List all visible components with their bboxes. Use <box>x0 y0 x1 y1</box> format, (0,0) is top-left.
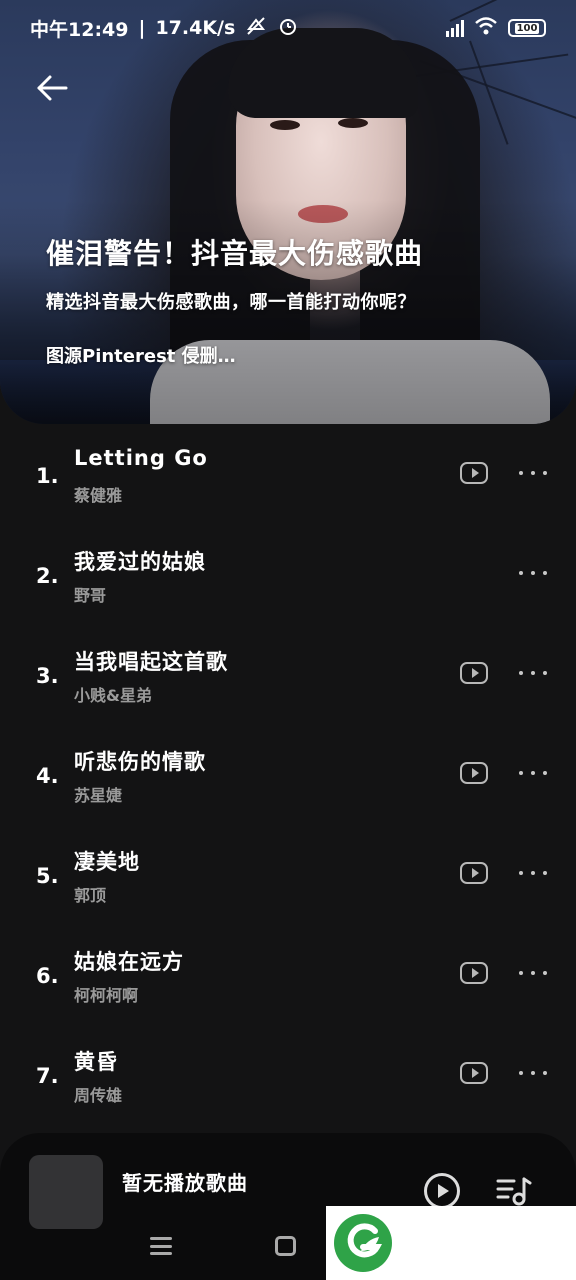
more-options-icon[interactable] <box>519 1066 547 1080</box>
video-play-icon[interactable] <box>460 862 488 884</box>
song-index: 5. <box>36 864 59 888</box>
now-playing-label: 暂无播放歌曲 <box>122 1171 248 1195</box>
song-title: 凄美地 <box>74 850 140 874</box>
alarm-icon <box>277 15 299 42</box>
nav-home-icon[interactable] <box>275 1236 296 1256</box>
song-artist: 周传雄 <box>74 1086 123 1105</box>
more-options-icon[interactable] <box>519 666 547 680</box>
playlist-title: 催泪警告！抖音最大伤感歌曲 <box>46 237 424 270</box>
network-speed: 17.4K/s <box>155 17 236 39</box>
video-play-icon[interactable] <box>460 462 488 484</box>
song-artist: 蔡健雅 <box>74 486 123 505</box>
song-index: 1. <box>36 464 59 488</box>
video-play-icon[interactable] <box>460 962 488 984</box>
song-artist: 野哥 <box>74 586 107 605</box>
more-options-icon[interactable] <box>519 466 547 480</box>
song-row[interactable]: 7. 黄昏 周传雄 <box>0 1030 576 1130</box>
status-bar: 中午12:49 | 17.4K/s 100 <box>0 0 576 56</box>
song-artist: 郭顶 <box>74 886 107 905</box>
song-title: 我爱过的姑娘 <box>74 550 206 574</box>
song-title: 听悲伤的情歌 <box>74 750 206 774</box>
song-index: 7. <box>36 1064 59 1088</box>
song-row[interactable]: 6. 姑娘在远方 柯柯柯啊 <box>0 930 576 1030</box>
song-title: 黄昏 <box>74 1050 118 1074</box>
song-artist: 柯柯柯啊 <box>74 986 139 1005</box>
song-row[interactable]: 3. 当我唱起这首歌 小贱&星弟 <box>0 630 576 730</box>
video-play-icon[interactable] <box>460 1062 488 1084</box>
song-artist: 苏星婕 <box>74 786 123 805</box>
more-options-icon[interactable] <box>519 766 547 780</box>
song-index: 3. <box>36 664 59 688</box>
more-options-icon[interactable] <box>519 866 547 880</box>
playlist-subtitle: 精选抖音最大伤感歌曲，哪一首能打动你呢？ <box>46 292 416 313</box>
clock: 中午12:49 <box>30 18 129 41</box>
song-artist: 小贱&星弟 <box>74 686 152 705</box>
mute-icon <box>245 15 267 42</box>
song-index: 6. <box>36 964 59 988</box>
song-list: 1. Letting Go 蔡健雅 2. 我爱过的姑娘 野哥 3. 当我唱起这首… <box>0 430 576 1130</box>
song-title: 当我唱起这首歌 <box>74 650 228 674</box>
song-row[interactable]: 5. 凄美地 郭顶 <box>0 830 576 930</box>
song-row[interactable]: 1. Letting Go 蔡健雅 <box>0 430 576 530</box>
signal-icon <box>446 19 464 37</box>
playlist-queue-icon[interactable] <box>496 1175 532 1207</box>
wifi-icon <box>474 16 498 41</box>
nav-recents-icon[interactable] <box>150 1237 172 1255</box>
more-options-icon[interactable] <box>519 966 547 980</box>
playlist-screen: 中午12:49 | 17.4K/s 100 催泪警告！抖音最大伤感歌曲 精选抖音… <box>0 0 576 1280</box>
song-index: 4. <box>36 764 59 788</box>
song-index: 2. <box>36 564 59 588</box>
leaf-logo-icon <box>334 1214 392 1272</box>
watermark-logo <box>326 1206 576 1280</box>
album-cover <box>29 1155 103 1229</box>
battery-icon: 100 <box>508 19 546 37</box>
video-play-icon[interactable] <box>460 662 488 684</box>
song-title: 姑娘在远方 <box>74 950 184 974</box>
more-options-icon[interactable] <box>519 566 547 580</box>
back-arrow-icon[interactable] <box>32 68 72 108</box>
playlist-description[interactable]: 图源Pinterest 侵删… <box>46 342 236 368</box>
play-icon[interactable] <box>424 1173 460 1209</box>
song-title: Letting Go <box>74 446 208 470</box>
song-row[interactable]: 2. 我爱过的姑娘 野哥 <box>0 530 576 630</box>
song-row[interactable]: 4. 听悲伤的情歌 苏星婕 <box>0 730 576 830</box>
video-play-icon[interactable] <box>460 762 488 784</box>
